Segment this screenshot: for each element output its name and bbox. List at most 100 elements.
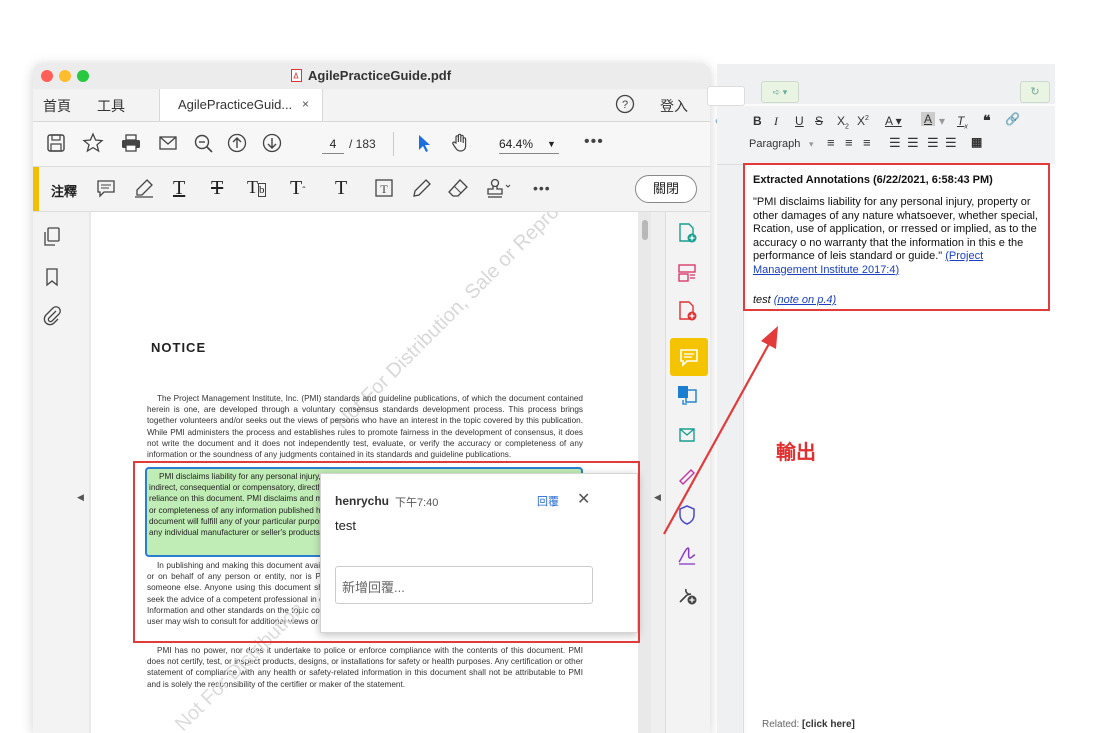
title-bar: AgilePracticeGuide.pdf bbox=[33, 63, 710, 89]
annotation-toolbar: 注釋 T T Tb Tˆ T T ••• 關閉 bbox=[33, 167, 710, 212]
right-tools-rail bbox=[665, 212, 710, 733]
refresh-icon[interactable]: ↻ bbox=[1020, 81, 1050, 103]
signin-button[interactable]: 登入 bbox=[660, 96, 688, 116]
protect-shield-icon[interactable] bbox=[676, 504, 698, 526]
left-navigation-rail: ◀ bbox=[33, 212, 89, 733]
italic-icon[interactable]: I bbox=[774, 114, 778, 129]
extracted-annotations-callout-box bbox=[743, 163, 1050, 311]
align-right-icon[interactable]: ≡ bbox=[863, 135, 871, 150]
fill-sign-icon[interactable] bbox=[676, 464, 698, 486]
select-cursor-icon[interactable] bbox=[413, 132, 435, 154]
sync-button[interactable]: ➪ ▾ bbox=[761, 81, 799, 103]
comment-icon bbox=[678, 346, 700, 368]
right-rail-toggle[interactable]: ◀ bbox=[651, 212, 665, 733]
save-icon[interactable] bbox=[45, 132, 67, 154]
related-label: Related: bbox=[762, 719, 800, 730]
stamp-icon[interactable] bbox=[485, 177, 513, 199]
sticky-note-icon[interactable] bbox=[95, 177, 117, 199]
chevron-down-icon: ▾ bbox=[809, 139, 814, 149]
close-tab-icon[interactable]: × bbox=[302, 97, 309, 111]
editor-format-toolbar: B I U S X2 X2 A ▾ A ▾ Tx ❝ 🔗 Paragraph ▾… bbox=[717, 106, 1055, 165]
strikethrough-icon[interactable]: T bbox=[211, 177, 223, 200]
toolbar-accent bbox=[33, 167, 39, 211]
chevron-down-icon: ▼ bbox=[547, 139, 556, 149]
highlight-icon[interactable] bbox=[133, 177, 155, 199]
align-center-icon[interactable]: ≡ bbox=[845, 135, 853, 150]
related-link[interactable]: [click here] bbox=[802, 719, 855, 730]
textbox-icon[interactable]: T bbox=[373, 177, 395, 199]
bg-color-icon[interactable]: A bbox=[921, 112, 936, 126]
zoom-window-button[interactable] bbox=[77, 70, 89, 82]
zoom-select[interactable]: 64.4% ▼ bbox=[499, 133, 559, 154]
superscript-icon[interactable]: X2 bbox=[857, 114, 869, 128]
bookmark-star-icon[interactable] bbox=[82, 132, 104, 154]
zoom-value: 64.4% bbox=[499, 137, 534, 151]
tab-home[interactable]: 首頁 bbox=[43, 96, 71, 116]
more-icon[interactable]: ••• bbox=[533, 180, 551, 196]
scan-ocr-icon[interactable] bbox=[676, 384, 698, 406]
annotation-label: 注釋 bbox=[51, 184, 78, 199]
text-icon[interactable]: T bbox=[335, 177, 347, 200]
clear-format-icon[interactable]: Tx bbox=[957, 114, 968, 130]
align-left-icon[interactable]: ≡ bbox=[827, 135, 835, 150]
quote-icon[interactable]: ❝ bbox=[983, 112, 991, 129]
attachment-icon[interactable] bbox=[41, 304, 63, 326]
export-pdf-icon[interactable] bbox=[676, 300, 698, 322]
send-for-review-icon[interactable] bbox=[676, 424, 698, 446]
subscript-icon[interactable]: X2 bbox=[837, 114, 849, 130]
related-row: Related: [click here] bbox=[762, 719, 855, 730]
paragraph-select[interactable]: Paragraph bbox=[749, 138, 800, 150]
strike-icon[interactable]: S bbox=[815, 114, 823, 128]
tab-document[interactable]: AgilePracticeGuid... × bbox=[159, 89, 323, 121]
insert-text-icon[interactable]: Tˆ bbox=[290, 177, 306, 200]
editor-top-toolbar: ➪ ▾ ↻ bbox=[707, 64, 1055, 106]
bg-color-dropdown-icon[interactable]: ▾ bbox=[939, 114, 945, 128]
print-icon[interactable] bbox=[120, 132, 142, 154]
close-annotation-button[interactable]: 關閉 bbox=[635, 175, 697, 203]
pages-icon[interactable] bbox=[41, 226, 63, 248]
font-color-icon[interactable]: A ▾ bbox=[885, 114, 902, 128]
replace-text-icon[interactable]: Tb bbox=[247, 177, 266, 198]
hand-icon[interactable] bbox=[449, 132, 471, 154]
highlight-callout-box bbox=[133, 461, 640, 643]
editor-gutter: 🔗 ▤ ● ● bbox=[715, 106, 744, 733]
close-window-button[interactable] bbox=[41, 70, 53, 82]
link-icon[interactable]: 🔗 bbox=[1005, 112, 1020, 126]
find-icon[interactable]: ▦ bbox=[971, 135, 982, 149]
bold-icon[interactable]: B bbox=[753, 114, 762, 128]
more-icon[interactable]: ••• bbox=[584, 133, 604, 151]
numbered-list-icon[interactable]: ☰ bbox=[907, 135, 919, 151]
help-icon[interactable]: ? bbox=[615, 94, 635, 114]
toolbar-divider bbox=[393, 132, 394, 156]
create-pdf-icon[interactable] bbox=[676, 222, 698, 244]
underline-icon[interactable]: T bbox=[173, 177, 185, 200]
scrollbar-thumb[interactable] bbox=[642, 220, 648, 240]
signature-icon[interactable] bbox=[676, 544, 698, 566]
indent-icon[interactable]: ☰ bbox=[927, 135, 939, 151]
window-title: AgilePracticeGuide.pdf bbox=[308, 68, 452, 83]
outdent-icon[interactable]: ☰ bbox=[945, 135, 957, 151]
underline-icon[interactable]: U bbox=[795, 114, 804, 128]
page-up-icon[interactable] bbox=[226, 132, 248, 154]
paragraph-1: The Project Management Institute, Inc. (… bbox=[147, 394, 583, 460]
zoom-out-icon[interactable] bbox=[192, 132, 214, 154]
editor-search-field[interactable] bbox=[707, 86, 745, 106]
more-tools-icon[interactable] bbox=[676, 584, 698, 606]
collapse-right-icon[interactable]: ◀ bbox=[654, 492, 661, 503]
mail-icon[interactable] bbox=[157, 132, 179, 154]
main-toolbar: 4 / 183 64.4% ▼ ••• bbox=[33, 122, 710, 167]
svg-text:?: ? bbox=[622, 99, 628, 111]
comment-tool-active[interactable] bbox=[670, 338, 708, 376]
page-down-icon[interactable] bbox=[261, 132, 283, 154]
pencil-icon[interactable] bbox=[411, 177, 433, 199]
bookmark-icon[interactable] bbox=[41, 266, 63, 288]
svg-text:T: T bbox=[380, 182, 388, 196]
page-total: / 183 bbox=[349, 137, 376, 151]
tab-tools[interactable]: 工具 bbox=[97, 96, 125, 116]
eraser-icon[interactable] bbox=[447, 177, 469, 199]
bullet-list-icon[interactable]: ☰ bbox=[889, 135, 901, 151]
page-number-input[interactable]: 4 bbox=[322, 133, 344, 154]
minimize-window-button[interactable] bbox=[59, 70, 71, 82]
collapse-left-icon[interactable]: ◀ bbox=[77, 492, 84, 503]
organize-pages-icon[interactable] bbox=[676, 262, 698, 284]
